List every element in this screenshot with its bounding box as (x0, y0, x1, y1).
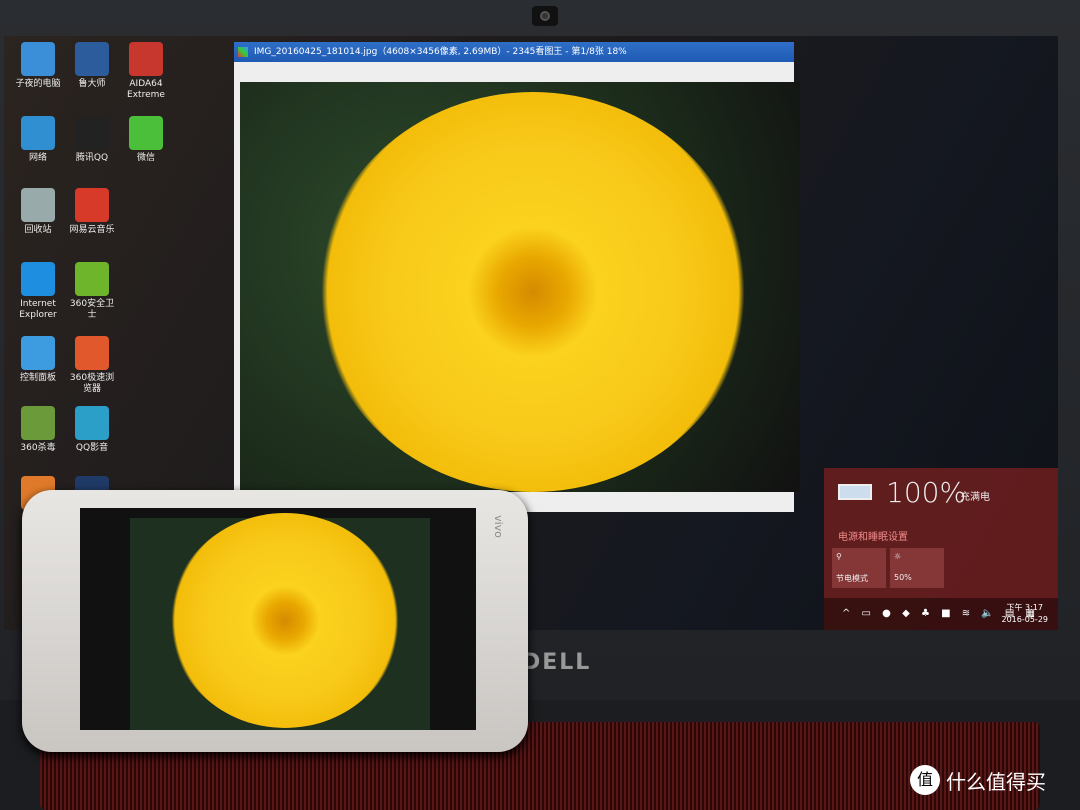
webcam (532, 6, 558, 26)
app-icon (129, 116, 163, 150)
flower (318, 92, 748, 492)
battery-status: 充满电 (960, 492, 990, 503)
icon-label: 360杀毒 (20, 443, 56, 453)
window-title: IMG_20160425_181014.jpg（4608×3456像素, 2.6… (254, 47, 627, 57)
icon-label: 鲁大师 (78, 79, 106, 89)
icon-label: 腾讯QQ (75, 153, 109, 163)
desktop-icon[interactable]: 网易云音乐 (66, 188, 118, 236)
phone-photo (130, 513, 430, 730)
desktop-icon[interactable]: AIDA64 Extreme (120, 42, 172, 101)
desktop-icon[interactable]: 360安全卫士 (66, 262, 118, 321)
icon-label: 回收站 (24, 225, 52, 235)
desktop-icon[interactable]: 腾讯QQ (66, 116, 118, 164)
battery-icon (838, 484, 872, 500)
flower (170, 513, 400, 728)
app-icon (75, 116, 109, 150)
desktop-icon[interactable]: 360极速浏览器 (66, 336, 118, 395)
tile-label: 节电模式 (836, 574, 868, 583)
app-icon (21, 42, 55, 76)
watermark-text: 什么值得买 (946, 769, 1046, 794)
desktop-icon[interactable]: 鲁大师 (66, 42, 118, 90)
date: 2016-05-29 (1001, 615, 1049, 624)
icon-label: Internet Explorer (19, 299, 57, 320)
clock[interactable]: 下午 3:17 2016-05-29 (1002, 602, 1049, 626)
icon-label: 子夜的电脑 (15, 79, 61, 89)
app-icon (21, 406, 55, 440)
battery-percent: 100% (886, 476, 967, 509)
app-icon (21, 262, 55, 296)
app-icon (238, 47, 248, 57)
icon-label: 控制面板 (19, 373, 56, 383)
app-icon (21, 188, 55, 222)
desktop-icon[interactable]: Internet Explorer (12, 262, 64, 321)
icon-label: 微信 (136, 153, 155, 163)
tile-label: 50% (894, 573, 912, 582)
desktop-icon[interactable]: QQ影音 (66, 406, 118, 454)
desktop-icon[interactable]: 网络 (12, 116, 64, 164)
flower-photo (240, 82, 800, 492)
phone-screen (80, 508, 476, 730)
taskbar: ^ ▭ ● ◆ ♣ ■ ≋ 🔈 ▤ ▦ 下午 3:17 2016-05-29 (824, 598, 1058, 630)
image-viewer-window[interactable]: IMG_20160425_181014.jpg（4608×3456像素, 2.6… (234, 42, 800, 512)
phone-brand: vivo (492, 515, 506, 538)
app-icon (129, 42, 163, 76)
time: 下午 3:17 (1006, 603, 1043, 612)
battery-saver-icon: ⚲ (836, 552, 842, 561)
app-icon (21, 336, 55, 370)
brightness-tile[interactable]: ☼ 50% (890, 548, 944, 588)
icon-label: QQ影音 (75, 443, 109, 453)
app-icon (75, 406, 109, 440)
watermark-badge: 值 (910, 765, 940, 795)
battery-flyout: 100% 充满电 电源和睡眠设置 ⚲ 节电模式 ☼ 50% (824, 468, 1058, 598)
app-icon (75, 42, 109, 76)
icon-label: 网易云音乐 (69, 225, 115, 235)
icon-label: 360安全卫士 (69, 299, 115, 320)
dell-logo: DELL (522, 650, 592, 675)
desktop-icon[interactable]: 微信 (120, 116, 172, 164)
icon-label: 网络 (28, 153, 47, 163)
watermark: 值什么值得买 (910, 765, 1046, 795)
phone: vivo (22, 490, 528, 752)
app-icon (21, 116, 55, 150)
app-icon (75, 262, 109, 296)
app-icon (75, 336, 109, 370)
icon-label: AIDA64 Extreme (127, 79, 165, 100)
icon-label: 360极速浏览器 (69, 373, 115, 394)
desktop-icon[interactable]: 回收站 (12, 188, 64, 236)
desktop-icon[interactable]: 子夜的电脑 (12, 42, 64, 90)
power-sleep-settings-link[interactable]: 电源和睡眠设置 (838, 528, 908, 543)
brightness-icon: ☼ (894, 552, 902, 561)
desktop-icon[interactable]: 控制面板 (12, 336, 64, 384)
desktop-icon[interactable]: 360杀毒 (12, 406, 64, 454)
viewer-titlebar[interactable]: IMG_20160425_181014.jpg（4608×3456像素, 2.6… (234, 42, 794, 62)
battery-saver-tile[interactable]: ⚲ 节电模式 (832, 548, 886, 588)
app-icon (75, 188, 109, 222)
